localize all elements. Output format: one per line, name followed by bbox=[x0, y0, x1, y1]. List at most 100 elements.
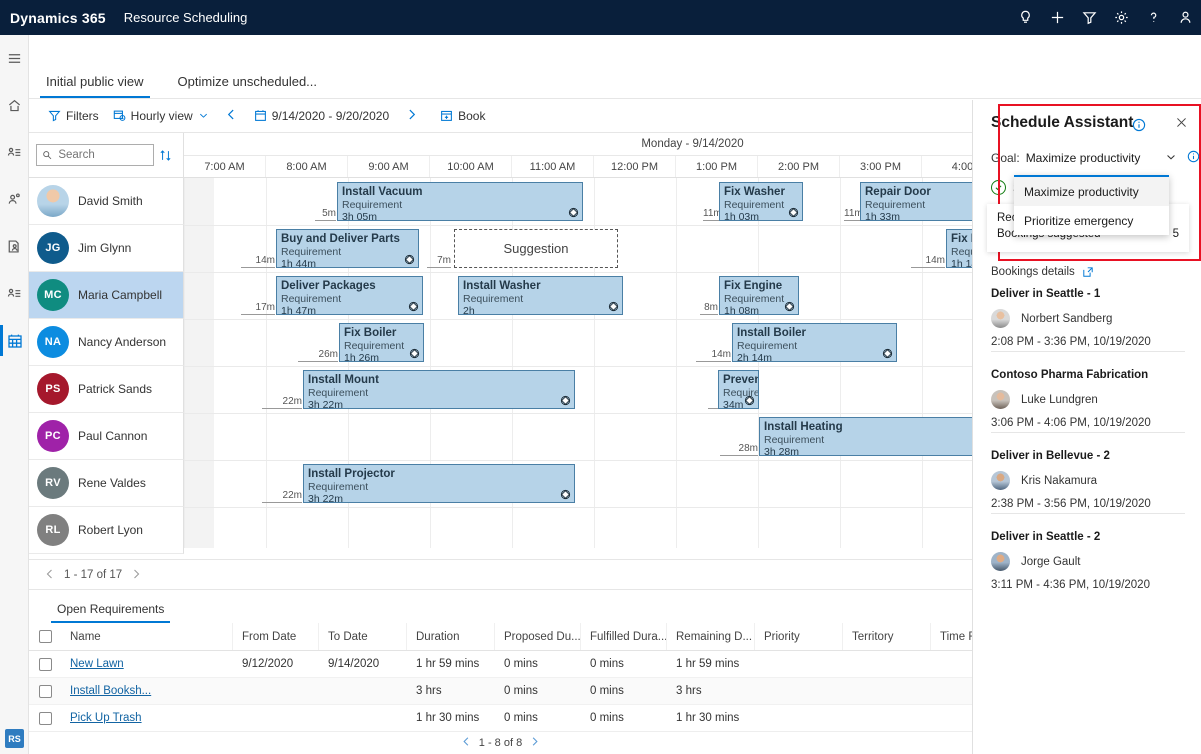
column-header[interactable]: Territory bbox=[843, 623, 931, 650]
suggestion-slot[interactable]: Suggestion bbox=[454, 229, 618, 268]
booking-detail-item[interactable]: Deliver in Bellevue - 2Kris Nakamura2:38… bbox=[991, 448, 1185, 510]
travel-time-label: 28m bbox=[720, 443, 758, 456]
requirement-link[interactable]: Install Booksh... bbox=[70, 685, 151, 697]
booking-detail-item[interactable]: Deliver in Seattle - 2Jorge Gault3:11 PM… bbox=[991, 529, 1185, 591]
plus-icon[interactable] bbox=[1041, 0, 1073, 35]
resource-row[interactable]: PSPatrick Sands bbox=[29, 366, 184, 413]
tab-initial-public-view[interactable]: Initial public view bbox=[40, 74, 150, 98]
hamburger-icon[interactable] bbox=[0, 35, 29, 82]
resource-row[interactable]: NANancy Anderson bbox=[29, 319, 184, 366]
column-header[interactable]: To Date bbox=[319, 623, 407, 650]
table-pager-next[interactable] bbox=[529, 736, 540, 750]
schedule-board-icon[interactable] bbox=[0, 317, 29, 364]
booking-block[interactable]: Fix WasherRequirement1h 03m bbox=[719, 182, 803, 221]
home-icon[interactable] bbox=[0, 82, 29, 129]
goal-dropdown-menu[interactable]: Maximize productivityPrioritize emergenc… bbox=[1014, 175, 1169, 235]
lightbulb-icon[interactable] bbox=[1009, 0, 1041, 35]
column-header[interactable]: Fulfilled Dura... bbox=[581, 623, 667, 650]
lock-icon bbox=[404, 254, 415, 265]
schedule-assistant-info-icon[interactable] bbox=[1132, 118, 1146, 135]
resource-row[interactable]: MCMaria Campbell bbox=[29, 272, 184, 319]
requirement-link[interactable]: New Lawn bbox=[70, 658, 124, 670]
booking-block[interactable]: Install WasherRequirement2h bbox=[458, 276, 623, 315]
bookings-details-header[interactable]: Bookings details bbox=[991, 266, 1094, 278]
column-header[interactable]: Proposed Du... bbox=[495, 623, 581, 650]
table-cell bbox=[755, 678, 843, 704]
row-checkbox-cell[interactable] bbox=[29, 651, 61, 677]
booking-block[interactable]: Fix BoilerRequirement1h 26m bbox=[339, 323, 424, 362]
resource-row[interactable]: JGJim Glynn bbox=[29, 225, 184, 272]
filters-button[interactable]: Filters bbox=[41, 99, 106, 133]
booking-detail-title: Deliver in Bellevue - 2 bbox=[991, 448, 1185, 464]
goal-option[interactable]: Prioritize emergency bbox=[1014, 206, 1169, 235]
sort-icon[interactable] bbox=[154, 149, 176, 162]
booking-block[interactable]: Install MountRequirement3h 22m bbox=[303, 370, 575, 409]
help-icon[interactable] bbox=[1137, 0, 1169, 35]
table-row[interactable]: Install Booksh...3 hrs0 mins0 mins3 hrs bbox=[29, 678, 972, 705]
resource-row[interactable]: PCPaul Cannon bbox=[29, 413, 184, 460]
requirement-link[interactable]: Pick Up Trash bbox=[70, 712, 142, 724]
booking-block[interactable]: Deliver PackagesRequirement1h 47m bbox=[276, 276, 423, 315]
resource-icon[interactable] bbox=[0, 176, 29, 223]
travel-time-label: 8m bbox=[700, 302, 718, 315]
requirement-icon[interactable] bbox=[0, 223, 29, 270]
search-input-wrapper[interactable] bbox=[36, 144, 154, 166]
row-checkbox-cell[interactable] bbox=[29, 678, 61, 704]
select-all-checkbox-cell[interactable] bbox=[29, 623, 61, 650]
booking-subtitle: Requirement bbox=[304, 387, 574, 399]
book-button[interactable]: Book bbox=[433, 99, 492, 133]
contact-list-icon[interactable] bbox=[0, 129, 29, 176]
tab-optimize-unscheduled[interactable]: Optimize unscheduled... bbox=[172, 74, 323, 98]
rs-badge[interactable]: RS bbox=[5, 729, 24, 748]
next-period-button[interactable] bbox=[396, 108, 427, 124]
hourly-view-dropdown[interactable]: Hourly view bbox=[106, 99, 216, 133]
pager-label: 1 - 17 of 17 bbox=[64, 569, 122, 581]
pager-prev-button[interactable] bbox=[44, 568, 56, 583]
resource-row[interactable]: David Smith bbox=[29, 178, 184, 225]
user-icon[interactable] bbox=[1169, 0, 1201, 35]
booking-detail-item[interactable]: Deliver in Seattle - 1Norbert Sandberg2:… bbox=[991, 286, 1185, 348]
table-pager-prev[interactable] bbox=[461, 736, 472, 750]
close-icon[interactable] bbox=[1175, 116, 1188, 132]
requirement-name-cell[interactable]: New Lawn bbox=[61, 651, 233, 677]
row-checkbox[interactable] bbox=[39, 685, 52, 698]
bottom-tab-bar: Open Requirements bbox=[29, 590, 972, 623]
column-header[interactable]: Name bbox=[61, 623, 233, 650]
resource-row[interactable]: RVRene Valdes bbox=[29, 460, 184, 507]
pager-next-button[interactable] bbox=[130, 568, 142, 583]
booking-subtitle: Requirement bbox=[304, 481, 574, 493]
requirement-name-cell[interactable]: Pick Up Trash bbox=[61, 705, 233, 731]
column-header[interactable]: Time From Pr... bbox=[931, 623, 972, 650]
tab-open-requirements[interactable]: Open Requirements bbox=[51, 602, 170, 623]
search-input[interactable] bbox=[56, 148, 148, 162]
goal-info-icon[interactable] bbox=[1187, 150, 1200, 166]
row-checkbox-cell[interactable] bbox=[29, 705, 61, 731]
hour-cell: 2:00 PM bbox=[758, 156, 840, 177]
select-all-checkbox[interactable] bbox=[39, 630, 52, 643]
requirement-name-cell[interactable]: Install Booksh... bbox=[61, 678, 233, 704]
filter-icon[interactable] bbox=[1073, 0, 1105, 35]
goal-option[interactable]: Maximize productivity bbox=[1014, 177, 1169, 206]
accounts-icon[interactable] bbox=[0, 270, 29, 317]
prev-period-button[interactable] bbox=[216, 108, 247, 124]
row-checkbox[interactable] bbox=[39, 658, 52, 671]
booking-block[interactable]: Install ProjectorRequirement3h 22m bbox=[303, 464, 575, 503]
booking-block[interactable]: Install BoilerRequirement2h 14m bbox=[732, 323, 897, 362]
booking-detail-item[interactable]: Contoso Pharma FabricationLuke Lundgren3… bbox=[991, 367, 1185, 429]
column-header[interactable]: Priority bbox=[755, 623, 843, 650]
chevron-down-icon[interactable] bbox=[1165, 151, 1177, 166]
booking-block[interactable]: PreventRequiren34m bbox=[718, 370, 759, 409]
table-row[interactable]: New Lawn9/12/20209/14/20201 hr 59 mins0 … bbox=[29, 651, 972, 678]
table-row[interactable]: Pick Up Trash1 hr 30 mins0 mins0 mins1 h… bbox=[29, 705, 972, 731]
column-header[interactable]: Duration bbox=[407, 623, 495, 650]
date-range-picker[interactable]: 9/14/2020 - 9/20/2020 bbox=[247, 99, 396, 133]
booking-block[interactable]: Install VacuumRequirement3h 05m bbox=[337, 182, 583, 221]
resource-row[interactable]: RLRobert Lyon bbox=[29, 507, 184, 554]
gear-icon[interactable] bbox=[1105, 0, 1137, 35]
booking-block[interactable]: Fix EngineRequirement1h 08m bbox=[719, 276, 799, 315]
column-header[interactable]: Remaining D... bbox=[667, 623, 755, 650]
column-header[interactable]: From Date bbox=[233, 623, 319, 650]
row-checkbox[interactable] bbox=[39, 712, 52, 725]
booking-block[interactable]: Buy and Deliver PartsRequirement1h 44m bbox=[276, 229, 419, 268]
goal-selector[interactable]: Goal: Maximize productivity bbox=[991, 150, 1200, 166]
